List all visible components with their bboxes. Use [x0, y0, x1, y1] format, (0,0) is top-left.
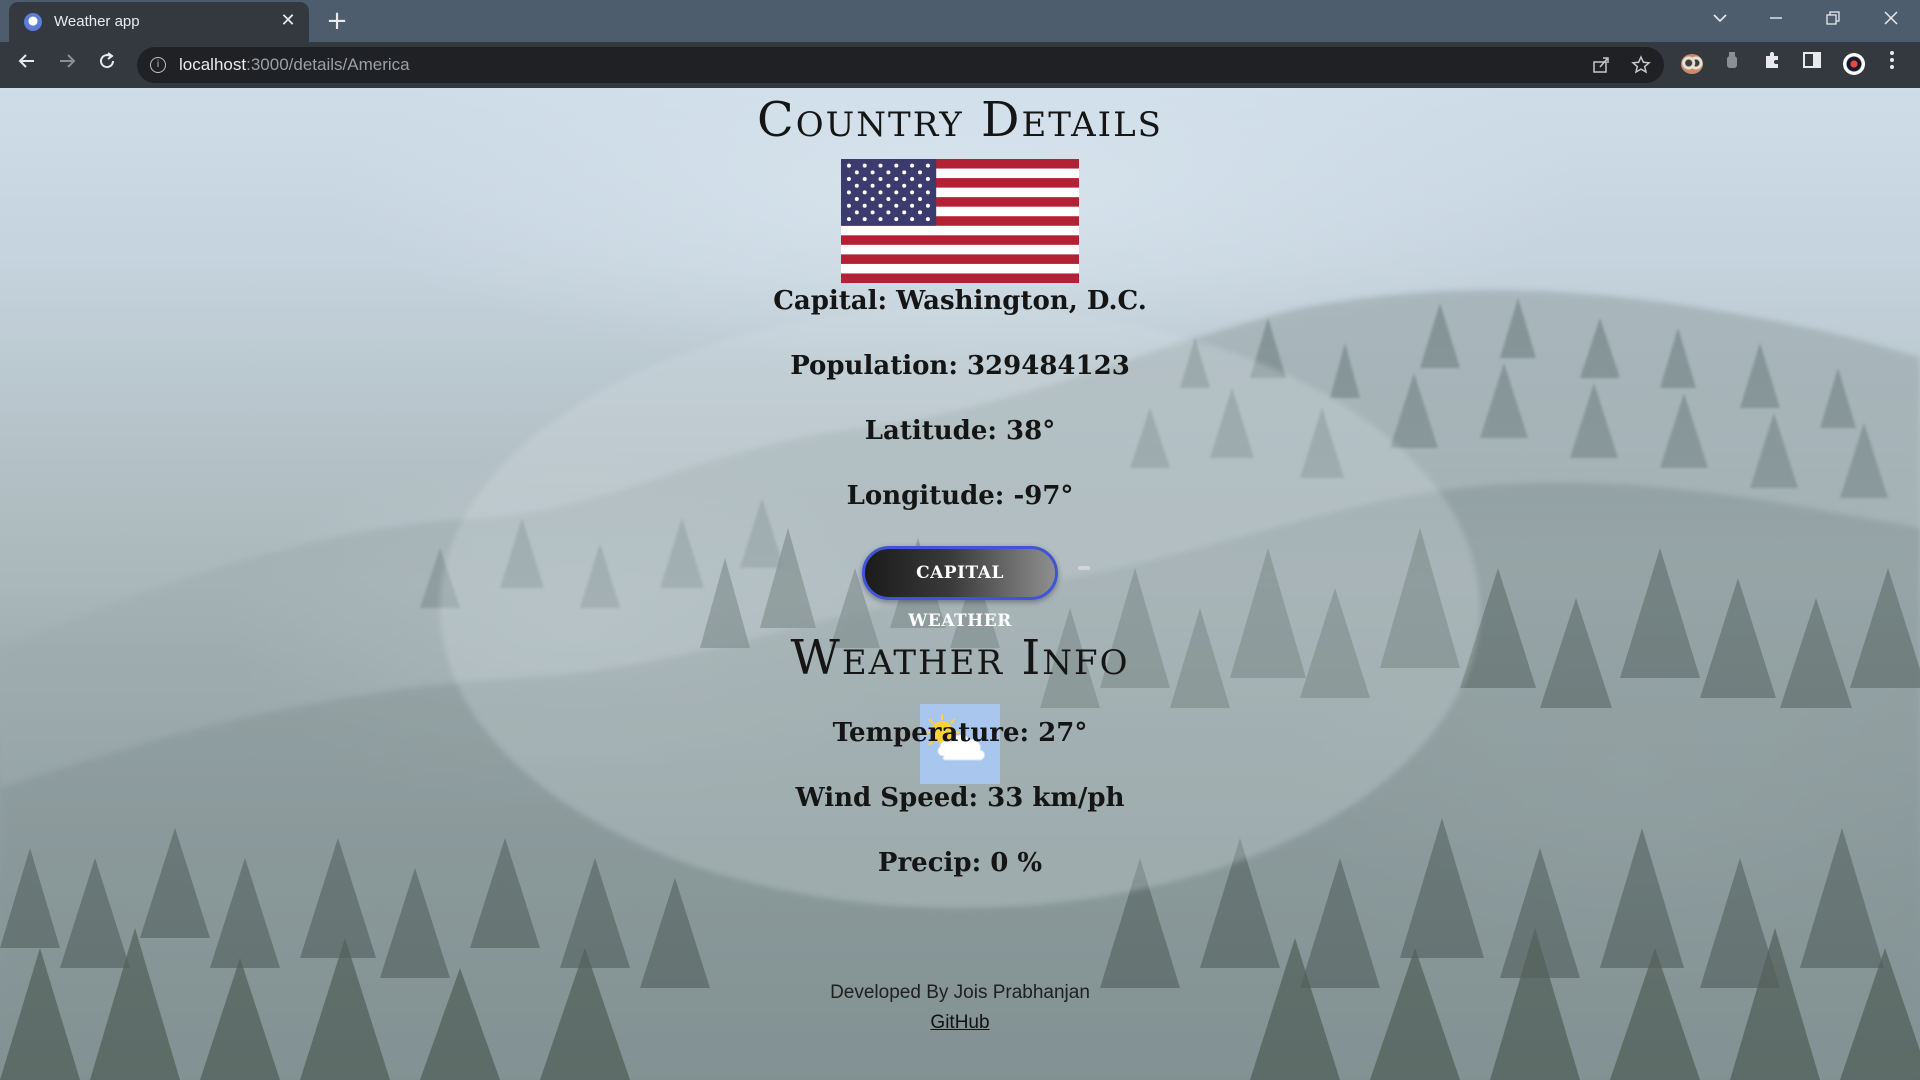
- restore-icon[interactable]: [1818, 6, 1848, 36]
- back-arrow-icon[interactable]: [12, 50, 42, 80]
- close-tab-icon[interactable]: ✕: [277, 10, 299, 32]
- url-text[interactable]: localhost:3000/details/America: [179, 55, 410, 75]
- url-path: :3000/details/America: [246, 55, 410, 74]
- tab-search-chevron-icon[interactable]: [1705, 6, 1735, 36]
- developer-credit: Developed By Jois Prabhanjan: [830, 982, 1090, 1003]
- button-edge-artifact: [1078, 566, 1090, 570]
- minimize-icon[interactable]: [1761, 6, 1791, 36]
- extension-mask-icon[interactable]: [1681, 54, 1703, 74]
- share-icon[interactable]: [1590, 55, 1612, 77]
- extension-bottle-icon[interactable]: [1718, 50, 1746, 78]
- precip-text: Precip: 0 %: [877, 848, 1043, 878]
- profile-avatar[interactable]: [1843, 53, 1865, 75]
- bookmark-star-icon[interactable]: [1630, 55, 1652, 77]
- tab-title: Weather app: [54, 13, 140, 30]
- url-host: localhost: [179, 55, 247, 74]
- tab-weather-app[interactable]: Weather app ✕: [9, 2, 309, 42]
- side-panel-icon[interactable]: [1798, 50, 1826, 78]
- latitude-text: Latitude: 38°: [864, 416, 1056, 446]
- us-flag-image: [841, 159, 1079, 283]
- forward-arrow-icon[interactable]: [52, 50, 82, 80]
- new-tab-icon[interactable]: +: [322, 6, 352, 36]
- capital-weather-button[interactable]: CAPITAL WEATHER: [862, 546, 1058, 631]
- extensions-puzzle-icon[interactable]: [1758, 50, 1786, 78]
- weather-info-heading: Weather Info: [790, 630, 1130, 686]
- capital-text: Capital: Washington, D.C.: [773, 286, 1147, 316]
- country-details-heading: Country Details: [757, 92, 1163, 148]
- reload-icon[interactable]: [92, 50, 122, 80]
- github-link[interactable]: GitHub: [930, 1012, 989, 1033]
- github-link-wrapper: GitHub: [0, 1012, 1920, 1034]
- wind-speed-text: Wind Speed: 33 km/ph: [795, 783, 1125, 813]
- browser-toolbar: i localhost:3000/details/America: [0, 42, 1920, 88]
- population-text: Population: 329484123: [790, 351, 1130, 381]
- tab-strip: Weather app ✕ +: [0, 0, 1920, 42]
- temperature-text: Temperature: 27°: [832, 718, 1088, 748]
- site-info-icon[interactable]: i: [150, 57, 166, 73]
- close-window-icon[interactable]: [1876, 6, 1906, 36]
- weather-favicon-icon: [24, 13, 42, 31]
- page-viewport: Country Details Capital: Washington, D.C…: [0, 88, 1920, 1080]
- address-bar[interactable]: i localhost:3000/details/America: [137, 47, 1664, 83]
- browser-menu-icon[interactable]: [1878, 50, 1906, 78]
- longitude-text: Longitude: -97°: [846, 481, 1074, 511]
